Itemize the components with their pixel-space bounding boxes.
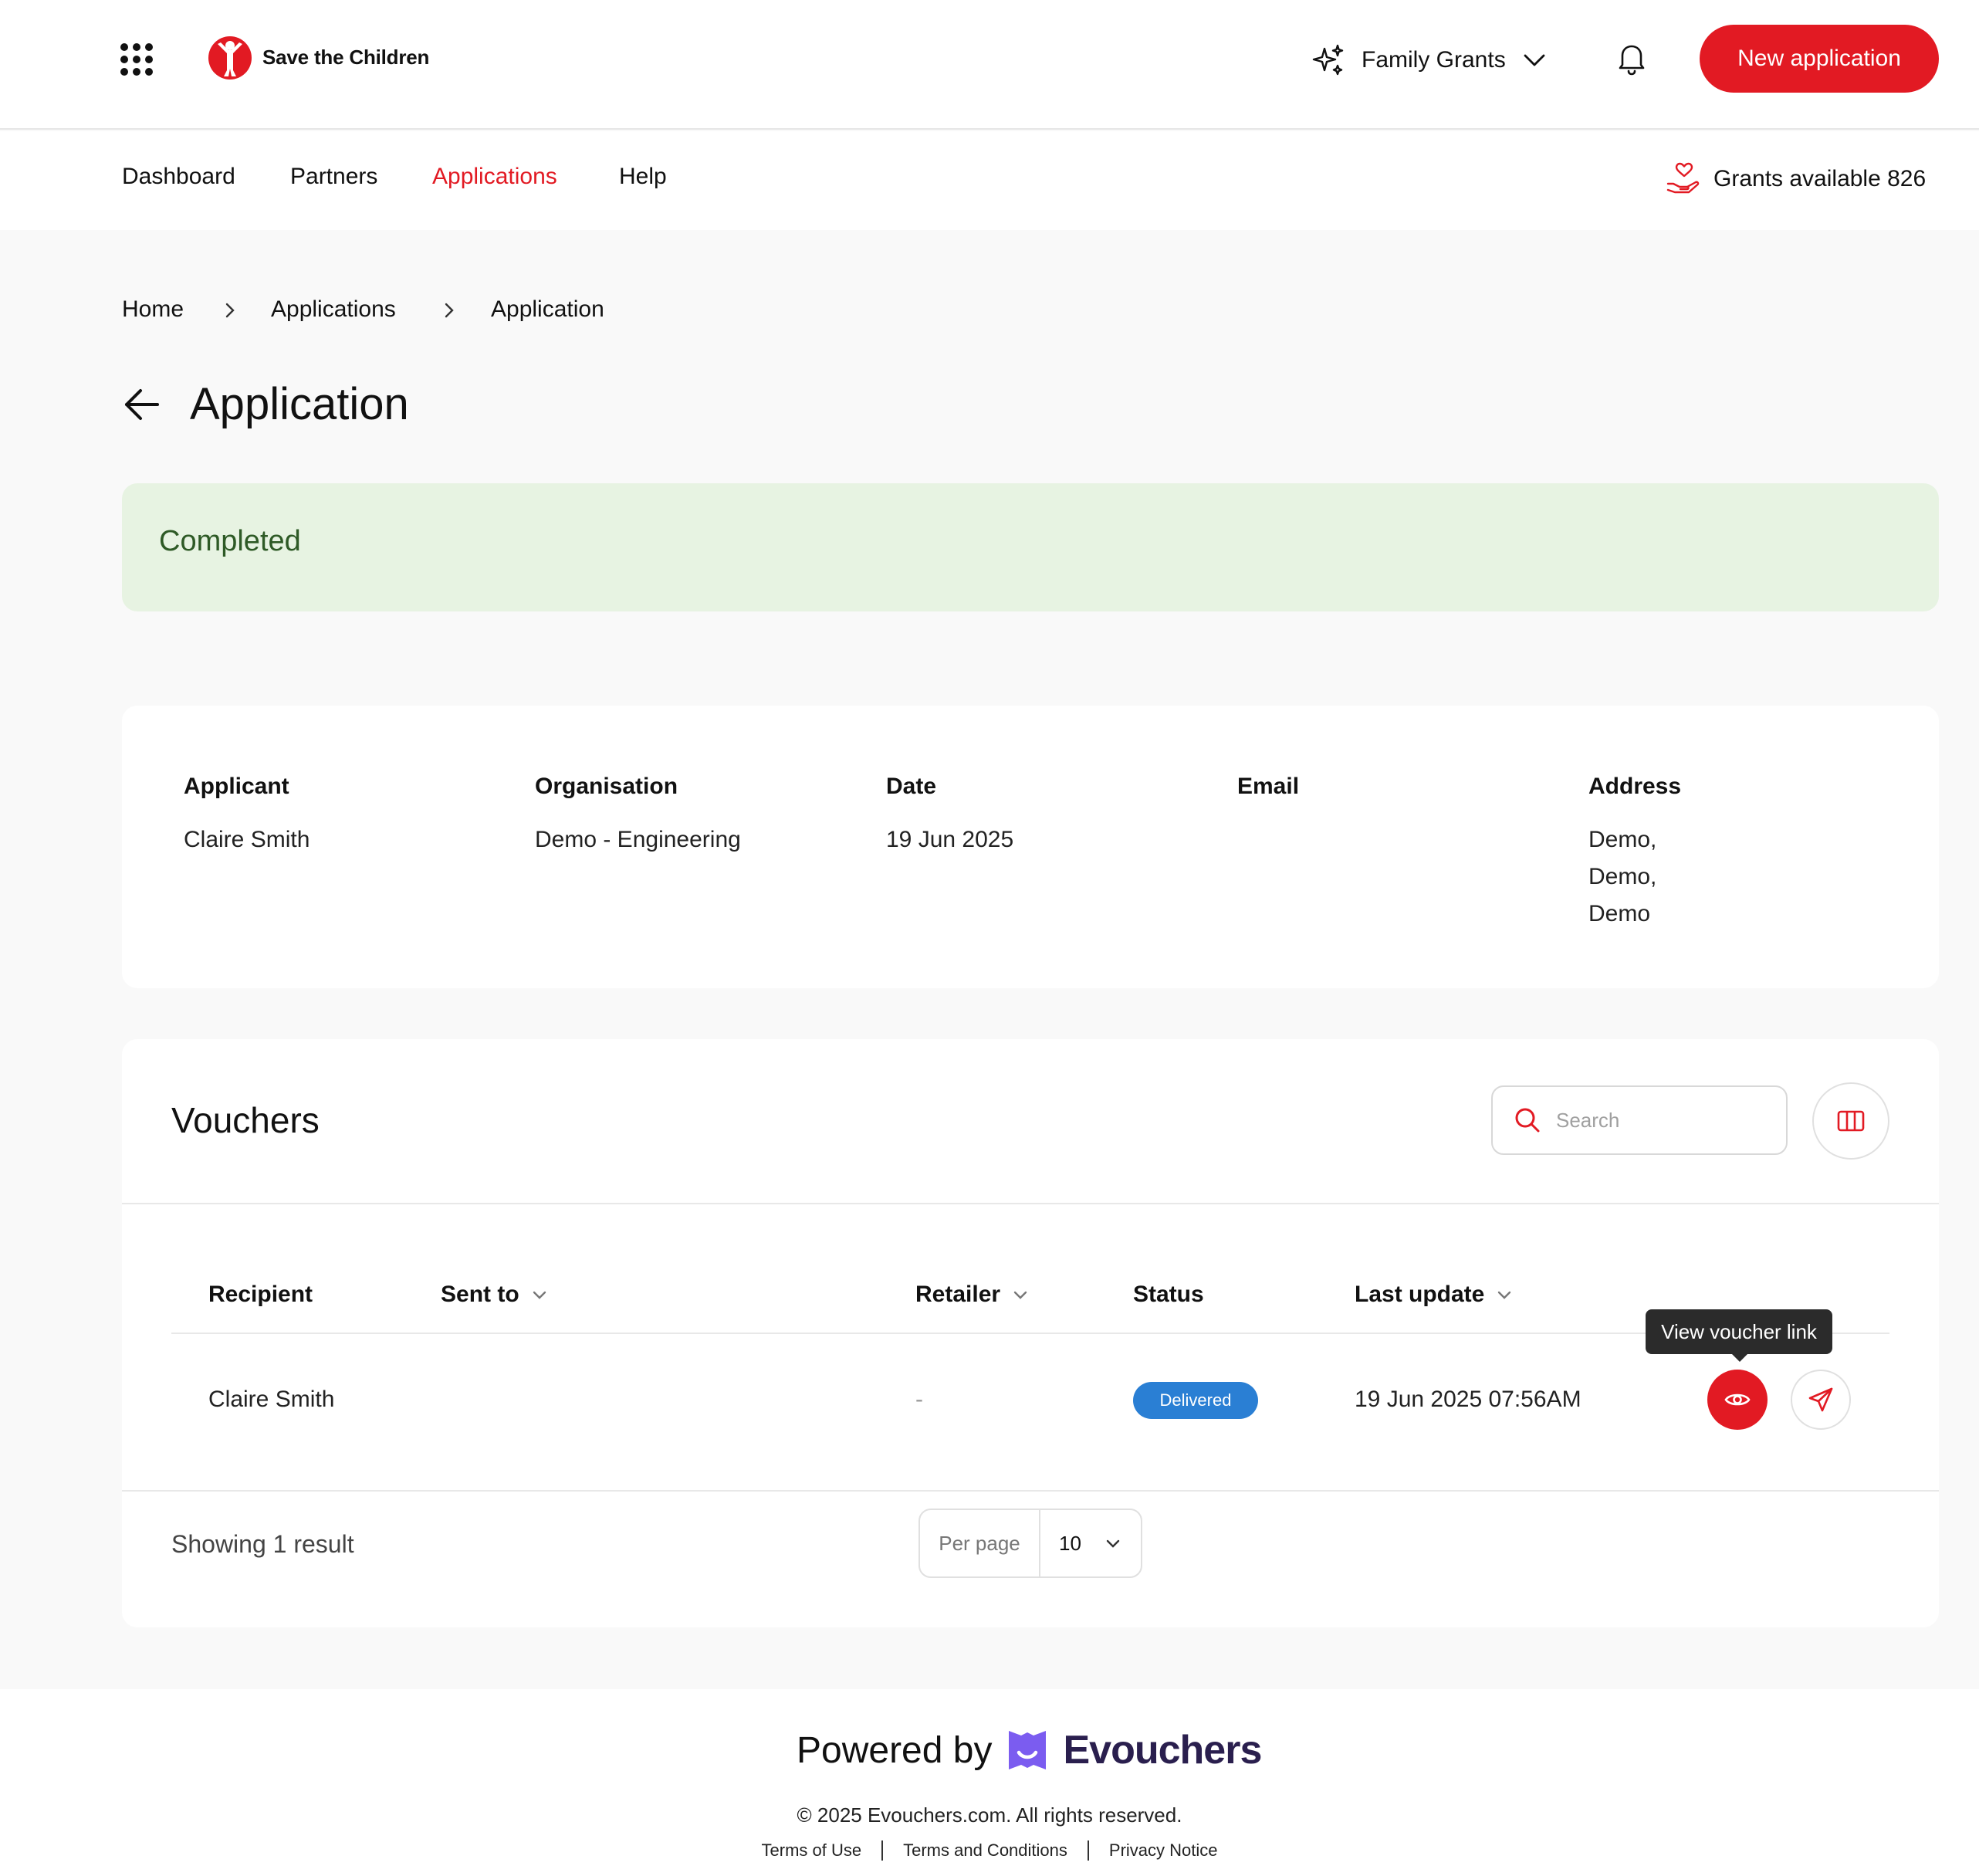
row-retailer: - xyxy=(915,1387,923,1412)
chevron-right-icon xyxy=(445,303,454,318)
back-arrow-icon[interactable] xyxy=(120,383,164,426)
sparkles-icon xyxy=(1312,44,1344,76)
footer-links: Terms of Use Terms and Conditions Privac… xyxy=(0,1840,1979,1861)
save-the-children-logo-icon xyxy=(208,36,252,80)
eye-icon xyxy=(1724,1393,1751,1406)
chevron-right-icon xyxy=(225,303,235,318)
breadcrumb-application: Application xyxy=(491,296,604,322)
breadcrumb-home[interactable]: Home xyxy=(122,296,184,323)
per-page-value: 10 xyxy=(1059,1531,1081,1555)
powered-by-text: Powered by xyxy=(797,1729,993,1771)
col-last-update-label: Last update xyxy=(1355,1282,1485,1307)
evouchers-brand[interactable]: Evouchers xyxy=(1063,1727,1262,1773)
chevron-down-icon xyxy=(533,1291,546,1299)
date-value: 19 Jun 2025 xyxy=(886,827,1014,852)
row-last-update: 19 Jun 2025 07:56AM xyxy=(1355,1387,1582,1412)
new-application-button[interactable]: New application xyxy=(1700,25,1939,93)
footer-link-terms-of-use[interactable]: Terms of Use xyxy=(762,1840,862,1861)
col-sent-to-label: Sent to xyxy=(441,1282,519,1307)
page-title: Application xyxy=(190,379,409,429)
footer-link-separator xyxy=(1087,1840,1089,1861)
search-box[interactable] xyxy=(1491,1085,1788,1155)
col-retailer[interactable]: Retailer xyxy=(915,1282,1030,1308)
grants-available-text: Grants available 826 xyxy=(1713,166,1927,191)
brand-name: Save the Children xyxy=(262,45,430,69)
footer-link-privacy-notice[interactable]: Privacy Notice xyxy=(1109,1840,1218,1861)
heart-hand-icon xyxy=(1666,162,1700,194)
address-label: Address xyxy=(1588,774,1682,799)
per-page-label: Per page xyxy=(920,1510,1040,1576)
tooltip: View voucher link xyxy=(1646,1309,1832,1354)
footer-link-terms-and-conditions[interactable]: Terms and Conditions xyxy=(903,1840,1067,1861)
columns-toggle-button[interactable] xyxy=(1812,1082,1889,1160)
address-value: Demo, Demo, Demo xyxy=(1588,821,1656,933)
view-voucher-button[interactable] xyxy=(1707,1370,1768,1430)
nav-item-dashboard[interactable]: Dashboard xyxy=(122,164,235,190)
col-status: Status xyxy=(1133,1282,1204,1308)
nav-item-applications[interactable]: Applications xyxy=(432,164,557,190)
email-label: Email xyxy=(1237,774,1300,799)
brand-logo[interactable]: Save the Children xyxy=(207,32,429,82)
organisation-value: Demo - Engineering xyxy=(535,827,741,852)
copyright: © 2025 Evouchers.com. All rights reserve… xyxy=(797,1803,1182,1827)
program-switcher[interactable]: Family Grants xyxy=(1311,39,1548,82)
col-recipient: Recipient xyxy=(208,1282,313,1308)
chevron-down-icon xyxy=(1524,54,1545,66)
status-badge: Delivered xyxy=(1133,1382,1258,1419)
applicant-label: Applicant xyxy=(184,774,289,799)
powered-by: Powered by Evouchers xyxy=(797,1723,1262,1777)
date-label: Date xyxy=(886,774,937,799)
status-text: Completed xyxy=(159,525,301,557)
tooltip-arrow xyxy=(1730,1353,1749,1362)
footer-link-separator xyxy=(881,1840,884,1861)
col-retailer-label: Retailer xyxy=(915,1282,1001,1307)
col-sent-to[interactable]: Sent to xyxy=(441,1282,549,1308)
address-line: Demo, xyxy=(1588,864,1657,889)
organisation-label: Organisation xyxy=(535,774,678,799)
evouchers-logo-icon xyxy=(1009,1731,1047,1769)
table-header-divider xyxy=(171,1333,1889,1334)
search-icon xyxy=(1515,1108,1540,1133)
send-icon xyxy=(1808,1387,1833,1412)
per-page-select[interactable]: Per page 10 xyxy=(918,1509,1142,1578)
per-page-value-wrap[interactable]: 10 xyxy=(1040,1532,1141,1556)
status-banner xyxy=(122,483,1939,611)
nav-item-partners[interactable]: Partners xyxy=(290,164,377,190)
notification-bell-icon[interactable] xyxy=(1612,39,1652,79)
nav-item-help[interactable]: Help xyxy=(619,164,667,190)
divider xyxy=(122,1490,1939,1492)
chevron-down-icon xyxy=(1013,1291,1027,1299)
applicant-value: Claire Smith xyxy=(184,827,310,852)
vouchers-title: Vouchers xyxy=(171,1100,320,1140)
row-recipient: Claire Smith xyxy=(208,1387,335,1412)
columns-icon xyxy=(1837,1110,1865,1132)
breadcrumb-applications[interactable]: Applications xyxy=(271,296,396,323)
applicant-info-card xyxy=(122,706,1939,988)
search-input[interactable] xyxy=(1556,1108,1772,1133)
apps-grid-icon[interactable] xyxy=(120,43,153,76)
col-last-update[interactable]: Last update xyxy=(1355,1282,1514,1308)
address-line: Demo, xyxy=(1588,827,1657,852)
address-line: Demo xyxy=(1588,901,1651,926)
program-name: Family Grants xyxy=(1362,47,1506,73)
chevron-down-icon xyxy=(1106,1539,1120,1548)
results-count: Showing 1 result xyxy=(171,1530,354,1558)
grants-available: Grants available 826 xyxy=(1666,162,1926,196)
col-recipient-label: Recipient xyxy=(208,1282,313,1307)
send-voucher-button[interactable] xyxy=(1791,1370,1851,1430)
divider xyxy=(122,1203,1939,1204)
chevron-down-icon xyxy=(1498,1291,1511,1299)
col-status-label: Status xyxy=(1133,1282,1204,1307)
